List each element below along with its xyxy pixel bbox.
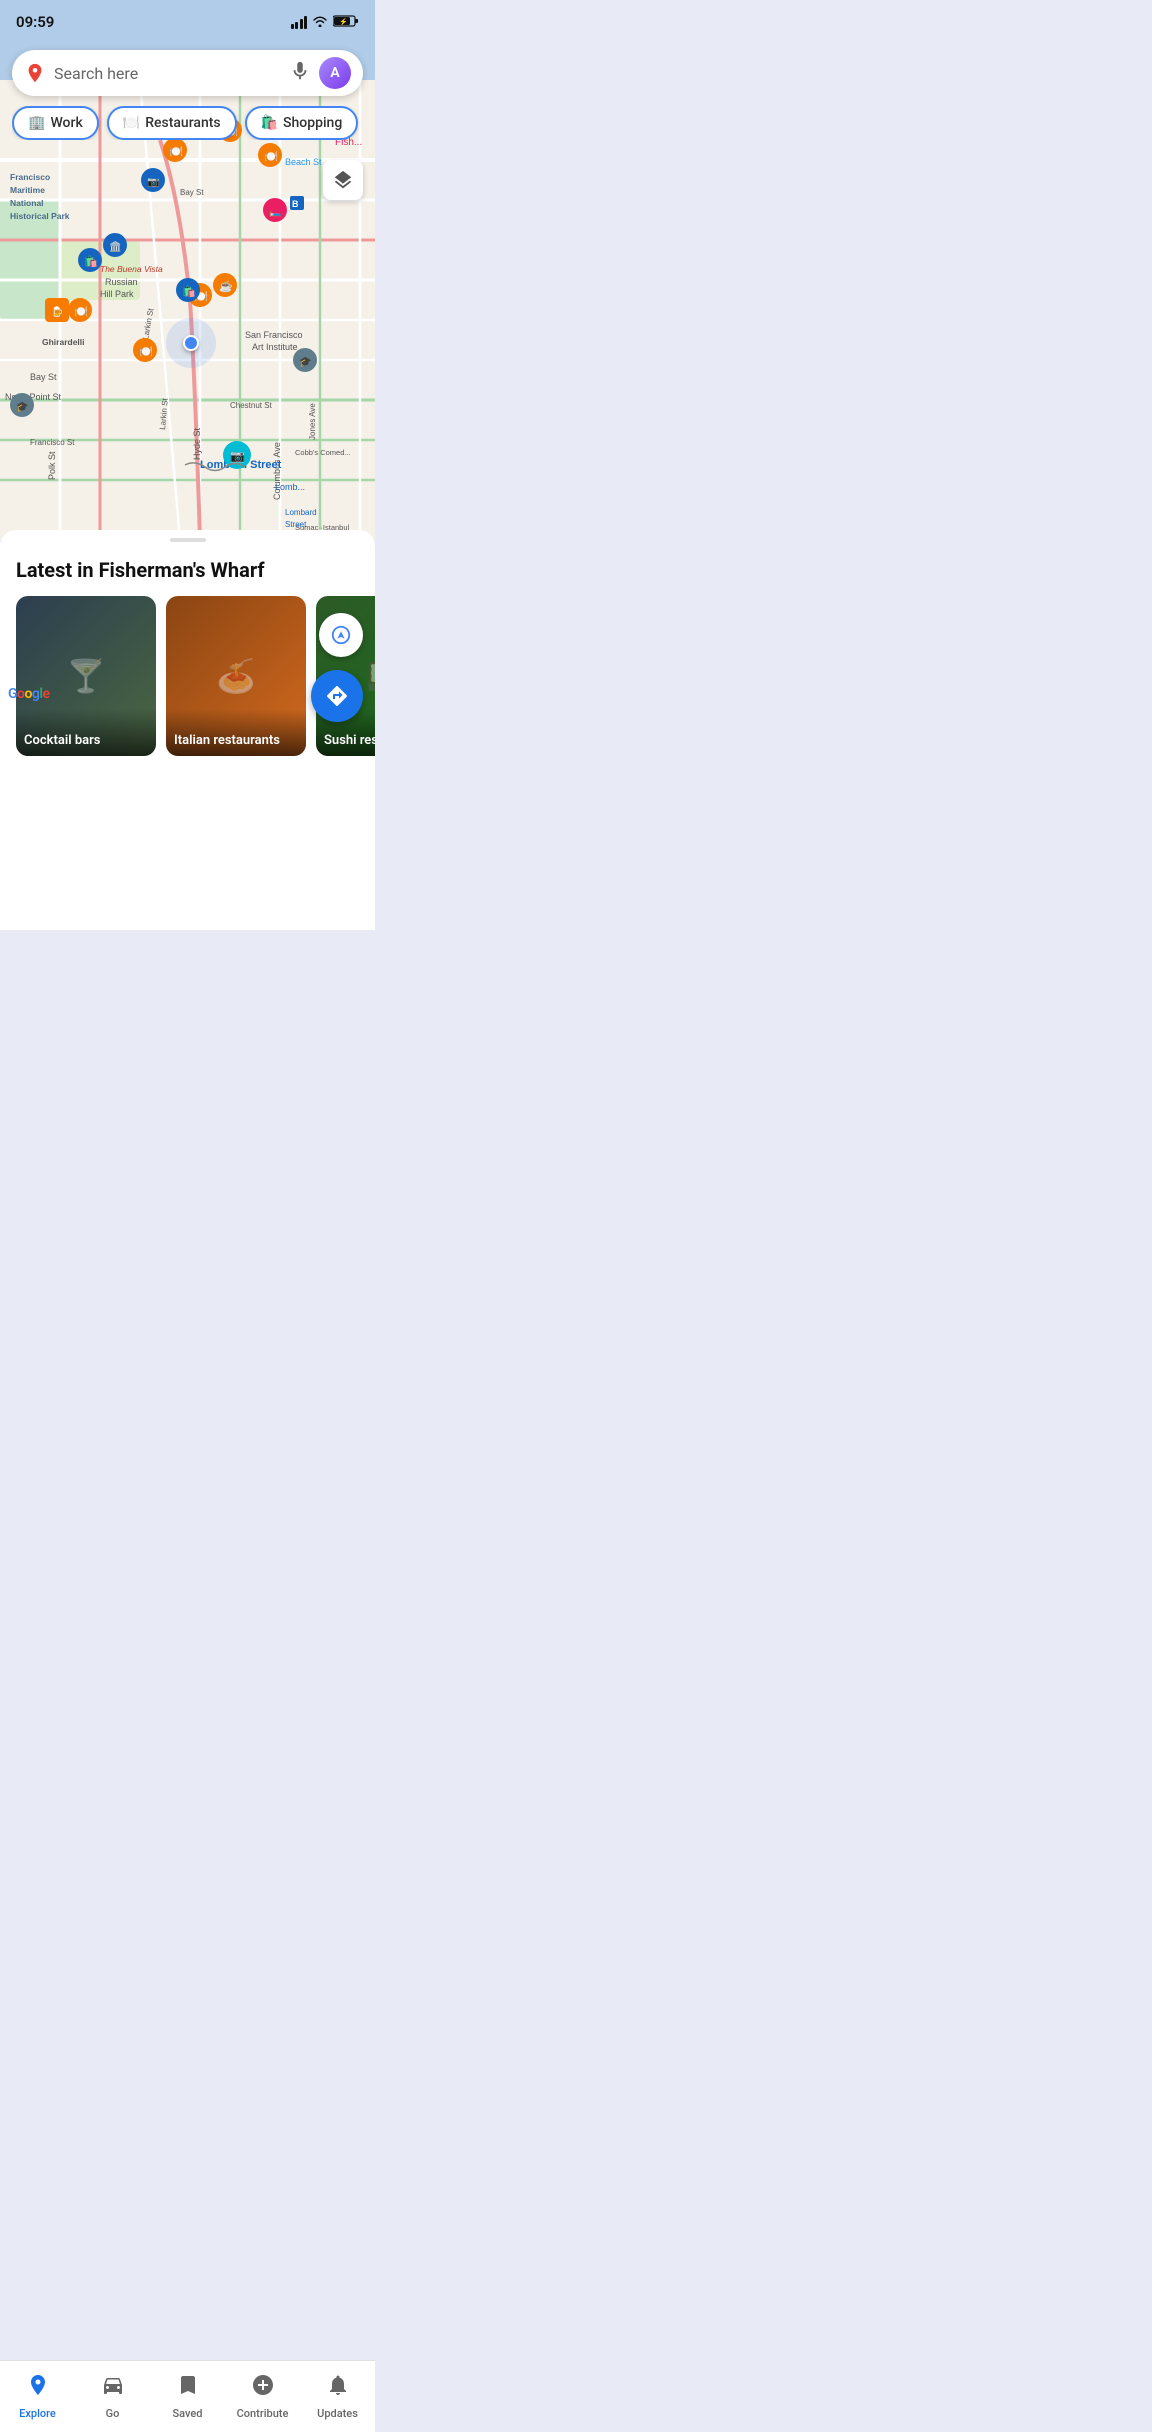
svg-text:🛍️: 🛍️ (182, 285, 196, 298)
google-logo: Google (8, 686, 50, 702)
filter-chips-row: 🏢 Work 🍽️ Restaurants 🛍️ Shopping ☕ Coff… (12, 106, 363, 140)
status-bar: 09:59 ⚡ (0, 0, 375, 44)
nav-explore[interactable]: Explore (0, 2365, 75, 2428)
nav-contribute[interactable]: Contribute (225, 2365, 300, 2428)
saved-label: Saved (173, 2407, 203, 2420)
signal-icon (291, 16, 308, 29)
svg-text:☕: ☕ (219, 279, 233, 293)
svg-text:Francisco: Francisco (10, 172, 50, 182)
svg-text:Ghirardelli: Ghirardelli (42, 337, 85, 347)
place-card-cocktail-bars[interactable]: 🍸 Cocktail bars (16, 596, 156, 756)
nav-saved[interactable]: Saved (150, 2365, 225, 2428)
svg-text:🍽️: 🍽️ (264, 150, 278, 163)
nav-go[interactable]: Go (75, 2365, 150, 2428)
chip-restaurants[interactable]: 🍽️ Restaurants (107, 106, 237, 140)
chip-restaurants-label: Restaurants (145, 115, 220, 131)
svg-text:Lombard: Lombard (285, 508, 317, 517)
svg-text:Francisco St: Francisco St (30, 438, 75, 447)
explore-icon (26, 2373, 50, 2403)
svg-text:🍺: 🍺 (51, 305, 63, 318)
svg-text:Bay St: Bay St (30, 372, 57, 382)
battery-icon: ⚡ (333, 14, 359, 31)
svg-text:Beach St: Beach St (285, 157, 322, 167)
card-label-italian: Italian restaurants (166, 709, 306, 756)
svg-text:Maritime: Maritime (10, 185, 45, 195)
voice-search-icon[interactable] (289, 60, 311, 87)
contribute-label: Contribute (237, 2407, 289, 2420)
svg-text:Street: Street (285, 520, 307, 529)
sheet-title: Latest in Fisherman's Wharf (0, 558, 375, 582)
svg-text:San Francisco: San Francisco (245, 330, 303, 340)
svg-text:Bay St: Bay St (180, 188, 204, 197)
svg-text:Chestnut St: Chestnut St (230, 401, 273, 410)
search-input[interactable]: Search here (54, 64, 281, 83)
svg-text:Art Institute: Art Institute (252, 342, 298, 352)
svg-text:📷: 📷 (230, 449, 245, 463)
svg-text:🎓: 🎓 (16, 401, 28, 413)
svg-text:📷: 📷 (147, 177, 159, 188)
chip-shopping-label: Shopping (283, 115, 342, 131)
svg-text:National: National (10, 198, 44, 208)
svg-text:Hyde St: Hyde St (192, 427, 202, 460)
chip-work-label: Work (50, 115, 82, 131)
maps-logo (24, 62, 46, 84)
svg-text:Hill Park: Hill Park (100, 289, 134, 299)
svg-text:B: B (292, 199, 299, 209)
place-card-italian-restaurants[interactable]: 🍝 Italian restaurants (166, 596, 306, 756)
wifi-icon (312, 15, 328, 30)
svg-text:🍽️: 🍽️ (169, 145, 183, 158)
svg-text:🍽️: 🍽️ (139, 345, 153, 358)
svg-text:Polk St: Polk St (47, 451, 57, 480)
shopping-icon: 🛍️ (261, 115, 278, 131)
status-icons: ⚡ (291, 14, 360, 31)
svg-text:The Buena Vista: The Buena Vista (100, 264, 163, 274)
nav-updates[interactable]: Updates (300, 2365, 375, 2428)
explore-label: Explore (19, 2407, 56, 2420)
restaurants-icon: 🍽️ (123, 115, 140, 131)
svg-text:Jones Ave: Jones Ave (308, 403, 317, 440)
svg-text:Historical Park: Historical Park (10, 211, 70, 221)
center-location-button[interactable] (319, 613, 363, 657)
svg-text:🛏️: 🛏️ (269, 207, 281, 218)
go-icon (101, 2373, 125, 2403)
updates-label: Updates (317, 2407, 358, 2420)
layers-button[interactable] (323, 160, 363, 200)
sheet-handle (170, 538, 206, 542)
bottom-sheet: Latest in Fisherman's Wharf 🍸 Cocktail b… (0, 530, 375, 930)
svg-text:Russian: Russian (105, 277, 138, 287)
chip-shopping[interactable]: 🛍️ Shopping (245, 106, 359, 140)
chip-work[interactable]: 🏢 Work (12, 106, 99, 140)
svg-text:🎓: 🎓 (299, 356, 311, 368)
svg-text:⚡: ⚡ (339, 17, 348, 26)
status-time: 09:59 (16, 13, 54, 31)
svg-text:🏛️: 🏛️ (109, 240, 121, 253)
svg-text:Cobb's Comed...: Cobb's Comed... (295, 448, 351, 457)
directions-button[interactable] (311, 670, 363, 722)
saved-icon (176, 2373, 200, 2403)
svg-text:Lomb...: Lomb... (275, 482, 305, 492)
updates-icon (326, 2373, 350, 2403)
bottom-navigation: Explore Go Saved Contribute (0, 2360, 375, 2432)
svg-text:🍽️: 🍽️ (74, 305, 88, 318)
work-icon: 🏢 (28, 115, 45, 131)
user-avatar[interactable]: A (319, 57, 351, 89)
go-label: Go (106, 2407, 120, 2420)
search-bar[interactable]: Search here A (12, 50, 363, 96)
contribute-icon (251, 2373, 275, 2403)
svg-text:🛍️: 🛍️ (84, 255, 98, 268)
card-label-cocktail: Cocktail bars (16, 709, 156, 756)
user-location-dot (183, 335, 199, 351)
